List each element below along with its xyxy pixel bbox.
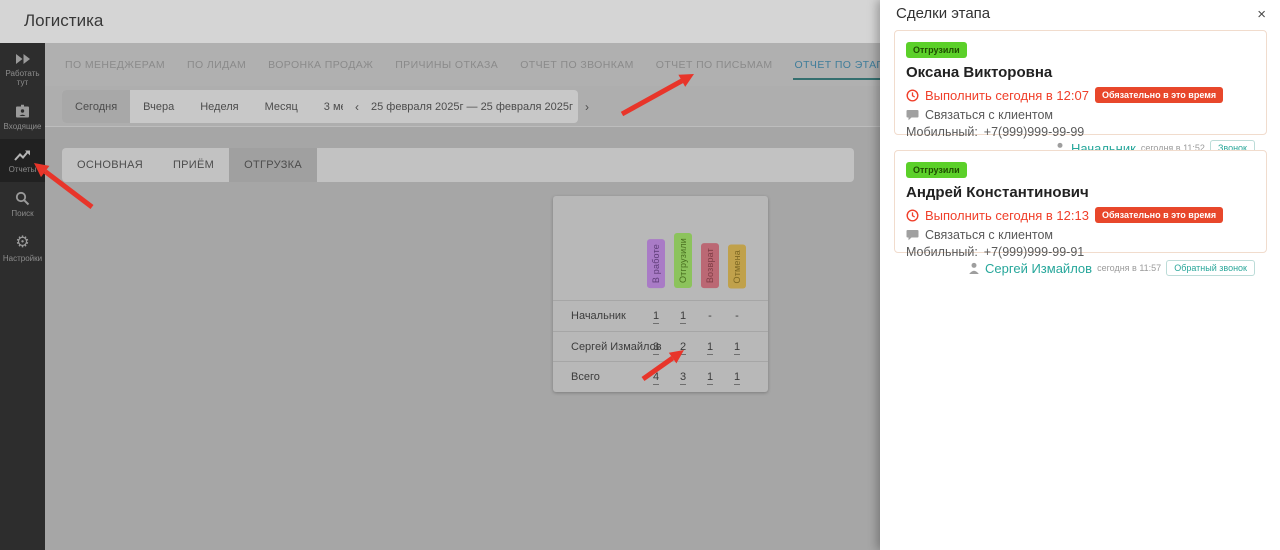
table-row: Сергей Измайлов 3 2 1 1 (553, 330, 768, 362)
cell-link[interactable]: - (701, 310, 719, 322)
table-header-row: В работе Отгрузили Возврат Отмена (553, 196, 768, 300)
sidebar-item-label: Отчеты (8, 165, 37, 174)
sidebar-item-inbox[interactable]: Входящие (0, 95, 45, 139)
subtab-strip: ОСНОВНАЯ ПРИЁМ ОТГРУЗКА (62, 148, 854, 182)
phone-label: Мобильный: (906, 245, 978, 259)
contact-card-icon (16, 104, 29, 118)
date-range-control: ‹ 25 февраля 2025г — 25 февраля 2025г › (343, 90, 589, 123)
table-body: Начальник 1 1 - - Сергей Измайлов 3 2 1 … (553, 300, 768, 392)
deal-card[interactable]: Отгрузили Оксана Викторовна Выполнить се… (894, 30, 1267, 156)
date-range-label: 25 февраля 2025г — 25 февраля 2025г (371, 100, 574, 113)
clock-icon (906, 208, 919, 222)
clock-icon (906, 88, 919, 102)
filter-band: Сегодня Вчера Неделя Месяц 3 месяца ‹ 25… (45, 86, 880, 127)
cell-link[interactable]: 1 (647, 309, 665, 324)
panel-title: Сделки этапа (896, 5, 991, 22)
report-tabbar: ПО МЕНЕДЖЕРАМ ПО ЛИДАМ ВОРОНКА ПРОДАЖ ПР… (45, 43, 880, 86)
cell-link[interactable]: 1 (701, 340, 719, 355)
stage-badge: Отгрузили (906, 42, 967, 58)
row-label: Всего (571, 371, 600, 384)
cell-link[interactable]: 3 (674, 371, 692, 386)
cell-link[interactable]: 1 (674, 309, 692, 324)
comment-icon (906, 110, 919, 121)
date-next-button[interactable]: › (573, 100, 601, 114)
column-header-shipped: Отгрузили (674, 232, 692, 288)
sidebar-item-label: Поиск (11, 209, 34, 218)
task-note: Связаться с клиентом (925, 228, 1054, 242)
page-title: Логистика (24, 11, 104, 30)
deal-contact-name[interactable]: Андрей Константинович (906, 184, 1255, 201)
mandatory-time-badge: Обязательно в это время (1094, 87, 1224, 103)
task-due-text: Выполнить сегодня в 12:13 (925, 207, 1089, 223)
fast-forward-icon (15, 54, 30, 64)
search-icon (15, 191, 30, 206)
sidebar: Работать тут Входящие Отчеты Поиск ⚙ Нас… (0, 43, 45, 550)
comment-icon (906, 230, 919, 241)
period-filter-group: Сегодня Вчера Неделя Месяц 3 месяца (62, 90, 384, 123)
subtab-reception[interactable]: ПРИЁМ (158, 148, 229, 182)
stage-report-table: В работе Отгрузили Возврат Отмена Началь… (553, 196, 768, 392)
stage-deals-panel: Сделки этапа × Отгрузили Оксана Викторов… (880, 0, 1280, 550)
phone-number: +7(999)999-99-99 (983, 125, 1085, 139)
cell-link[interactable]: 3 (647, 340, 665, 355)
deal-card[interactable]: Отгрузили Андрей Константинович Выполнит… (894, 150, 1267, 276)
tab-by-leads[interactable]: ПО ЛИДАМ (187, 59, 246, 71)
phone-row: Мобильный: +7(999)999-99-99 (906, 125, 1255, 139)
stage-badge: Отгрузили (906, 162, 967, 178)
close-icon[interactable]: × (1253, 4, 1270, 25)
phone-number: +7(999)999-99-91 (983, 245, 1085, 259)
tab-stages-report-label: ОТЧЕТ ПО ЭТАПАМ (794, 58, 880, 71)
tab-letters-report[interactable]: ОТЧЕТ ПО ПИСЬМАМ (656, 59, 773, 71)
date-prev-button[interactable]: ‹ (343, 100, 371, 114)
cell-link[interactable]: 2 (674, 340, 692, 355)
tab-calls-report[interactable]: ОТЧЕТ ПО ЗВОНКАМ (520, 59, 634, 71)
call-type-badge: Обратный звонок (1166, 260, 1255, 276)
gear-icon: ⚙ (15, 234, 30, 251)
app-root: Логистика Работать тут Входящие Отчеты П… (0, 0, 1280, 550)
phone-label: Мобильный: (906, 125, 978, 139)
task-due-text: Выполнить сегодня в 12:07 (925, 87, 1089, 103)
sidebar-item-label: Настройки (2, 254, 43, 263)
cell-link[interactable]: 1 (728, 340, 746, 355)
row-label: Начальник (571, 309, 626, 322)
page-header: Логистика (0, 0, 880, 43)
deal-contact-name[interactable]: Оксана Викторовна (906, 64, 1255, 81)
table-row: Начальник 1 1 - - (553, 300, 768, 331)
person-icon (969, 262, 979, 274)
trending-up-icon (14, 150, 30, 161)
mandatory-time-badge: Обязательно в это время (1094, 207, 1224, 223)
main-content: ОСНОВНАЯ ПРИЁМ ОТГРУЗКА В работе Отгрузи… (45, 127, 880, 550)
subtab-shipment[interactable]: ОТГРУЗКА (229, 148, 317, 182)
period-week-button[interactable]: Неделя (187, 90, 251, 123)
table-row-total: Всего 4 3 1 1 (553, 361, 768, 392)
created-time: сегодня в 11:57 (1097, 263, 1162, 273)
column-header-in-work: В работе (647, 238, 665, 288)
task-note: Связаться с клиентом (925, 108, 1054, 122)
tab-sales-funnel[interactable]: ВОРОНКА ПРОДАЖ (268, 59, 373, 71)
manager-link[interactable]: Сергей Измайлов (985, 261, 1092, 276)
sidebar-item-settings[interactable]: ⚙ Настройки (0, 226, 45, 271)
tab-by-managers[interactable]: ПО МЕНЕДЖЕРАМ (65, 59, 165, 71)
sidebar-item-label: Входящие (3, 122, 42, 131)
sidebar-item-search[interactable]: Поиск (0, 182, 45, 226)
subtab-main[interactable]: ОСНОВНАЯ (62, 148, 158, 182)
sidebar-item-label: Работать тут (5, 69, 40, 87)
period-today-button[interactable]: Сегодня (62, 90, 131, 123)
sidebar-item-work-here[interactable]: Работать тут (0, 43, 45, 95)
cell-link[interactable]: 4 (647, 371, 665, 386)
cell-link[interactable]: 1 (728, 371, 746, 386)
phone-row: Мобильный: +7(999)999-99-91 (906, 245, 1255, 259)
cell-link[interactable]: 1 (701, 371, 719, 386)
active-tab-underline (792, 77, 880, 80)
tab-stages-report[interactable]: ОТЧЕТ ПО ЭТАПАМ ? (792, 43, 880, 86)
column-header-cancel: Отмена (728, 244, 746, 288)
sidebar-item-reports[interactable]: Отчеты (0, 139, 45, 182)
period-yesterday-button[interactable]: Вчера (130, 90, 187, 123)
tab-refusal-reasons[interactable]: ПРИЧИНЫ ОТКАЗА (395, 59, 498, 71)
column-header-return: Возврат (701, 242, 719, 288)
cell-link[interactable]: - (728, 310, 746, 322)
period-month-button[interactable]: Месяц (252, 90, 311, 123)
